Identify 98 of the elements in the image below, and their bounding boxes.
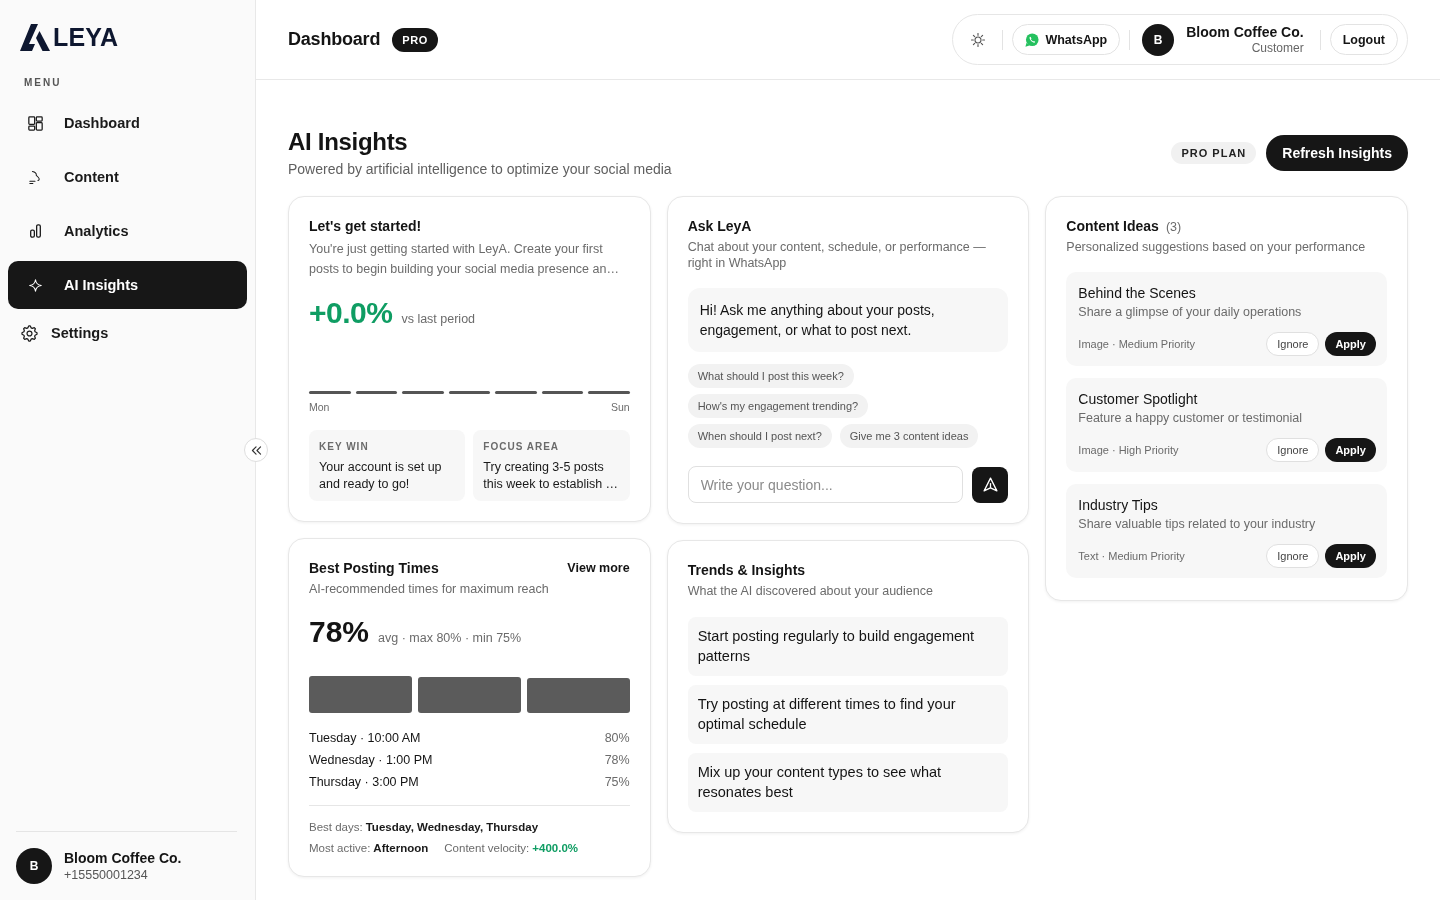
card-description: What the AI discovered about your audience: [687, 583, 934, 599]
suggestion-chip[interactable]: What should I post this week?: [687, 364, 854, 388]
send-icon: [982, 477, 998, 492]
stat-value: +400.0%: [532, 842, 579, 854]
card-title: Trends & Insights: [687, 561, 807, 579]
idea-title: Customer Spotlight: [1078, 390, 1199, 408]
time-slot-label: Tuesday · 10:00 AM: [309, 730, 421, 747]
pen-lines-icon: [29, 169, 41, 185]
insight-item: Try posting at different times to find your optimal schedule: [687, 685, 1009, 744]
highlight-text: Your account is set up and ready to go!: [319, 459, 443, 493]
avatar: B: [16, 848, 52, 884]
card-title: Let's get started!: [309, 217, 423, 235]
settings-link[interactable]: Settings: [8, 315, 247, 351]
stat-value: Afternoon: [373, 842, 429, 854]
time-slot-label: Thursday · 3:00 PM: [309, 774, 419, 791]
idea-title: Industry Tips: [1078, 496, 1159, 514]
stat-label: Most active:: [309, 842, 371, 854]
layout-grid-icon: [27, 115, 43, 131]
day-bar: [541, 391, 584, 394]
axis-label: Mon: [309, 400, 330, 414]
day-bar: [309, 391, 351, 394]
insight-item: Mix up your content types to see what resonates best: [687, 753, 1009, 812]
menu-label: MENU: [24, 77, 62, 89]
time-slot-share: 78%: [604, 752, 630, 769]
day-bar: [355, 391, 398, 394]
settings-icon: [21, 324, 38, 342]
card-description: Chat about your content, schedule, or performance — right in WhatsApp: [687, 239, 987, 271]
ignore-button[interactable]: Ignore: [1266, 544, 1320, 568]
page-title: Dashboard: [288, 29, 381, 50]
card-description: You're just getting started with LeyA. Create your first posts to begin building your social media presence an…: [309, 241, 620, 278]
average-value: 78%: [309, 614, 370, 650]
section-subtitle: Powered by artificial intelligence to optimize your social media: [288, 160, 672, 178]
collapse-button[interactable]: [244, 438, 268, 462]
nav-item[interactable]: Analytics: [8, 207, 247, 255]
chat-message: Hi! Ask me anything about your posts, engagement, or what to post next.: [687, 288, 1009, 352]
idea-meta: Text · Medium Priority: [1078, 550, 1185, 562]
suggestion-chip[interactable]: How's my engagement trending?: [687, 394, 869, 418]
section-title: AI Insights: [288, 128, 409, 156]
send-button[interactable]: [972, 466, 1009, 503]
idea-title: Behind the Scenes: [1078, 284, 1197, 302]
logout-button[interactable]: Logout: [1329, 24, 1398, 55]
account-phone: +15550001234: [64, 867, 149, 883]
idea-count: (3): [1165, 220, 1182, 234]
avatar: B: [1142, 23, 1175, 56]
card-title: Content Ideas: [1066, 217, 1159, 235]
sparkle-icon: [28, 278, 42, 292]
axis-label: Sun: [610, 400, 630, 414]
apply-button[interactable]: Apply: [1325, 332, 1376, 356]
chevrons-left-icon: [250, 445, 262, 455]
ignore-button[interactable]: Ignore: [1266, 332, 1320, 356]
user-name: Bloom Coffee Co.: [1186, 23, 1304, 41]
ignore-button[interactable]: Ignore: [1266, 438, 1320, 462]
pro-badge: PRO: [392, 27, 438, 52]
apply-button[interactable]: Apply: [1325, 544, 1376, 568]
day-bar: [448, 391, 491, 394]
stat-label: Best days:: [309, 821, 363, 833]
highlight-label: FOCUS AREA: [483, 440, 561, 454]
nav-item[interactable]: AI Insights: [8, 261, 247, 309]
change-value: +0.0%: [309, 295, 393, 331]
highlight-text: Try creating 3-5 posts this week to establish …: [483, 459, 620, 493]
idea-meta: Image · High Priority: [1078, 444, 1179, 456]
card-title: Ask LeyA: [687, 217, 753, 235]
suggestion-chip[interactable]: When should I post next?: [687, 424, 832, 448]
idea-meta: Image · Medium Priority: [1078, 338, 1196, 350]
sun-icon[interactable]: [971, 32, 986, 47]
highlight-label: KEY WIN: [319, 440, 370, 454]
question-input[interactable]: Write your question...: [687, 466, 964, 503]
user-role: Customer: [1250, 40, 1304, 56]
day-bar: [402, 391, 444, 394]
idea-description: Share a glimpse of your daily operations: [1078, 304, 1303, 320]
logo-text: LEYA: [53, 23, 119, 51]
logo-mark-icon: [20, 23, 50, 51]
idea-description: Feature a happy customer or testimonial: [1078, 410, 1304, 426]
bar-chart-icon: [29, 224, 41, 238]
average-note: avg · max 80% · min 75%: [378, 631, 522, 645]
apply-button[interactable]: Apply: [1325, 438, 1376, 462]
idea-description: Share valuable tips related to your industry: [1078, 516, 1317, 532]
day-bar: [588, 391, 630, 394]
change-note: vs last period: [401, 312, 476, 326]
nav-item[interactable]: Dashboard: [8, 99, 247, 147]
stat-label: Content velocity:: [444, 842, 530, 854]
refresh-button[interactable]: Refresh Insights: [1266, 135, 1408, 171]
time-slot-share: 80%: [604, 730, 630, 747]
account-name: Bloom Coffee Co.: [64, 849, 182, 867]
chat-phone-icon: [1025, 32, 1040, 47]
day-bar: [495, 391, 537, 394]
whatsapp-button[interactable]: WhatsApp: [1012, 24, 1121, 55]
card-description: AI-recommended times for maximum reach: [309, 581, 550, 597]
card-description: Personalized suggestions based on your performance: [1066, 239, 1367, 255]
suggestion-chip[interactable]: Give me 3 content ideas: [839, 424, 979, 448]
time-slot-label: Wednesday · 1:00 PM: [309, 752, 433, 769]
insight-item: Start posting regularly to build engagement patterns: [687, 617, 1009, 676]
card-title: Best Posting Times: [309, 559, 439, 577]
stat-value: Tuesday, Wednesday, Thursday: [365, 821, 539, 833]
nav-item[interactable]: Content: [8, 153, 247, 201]
view-more-link[interactable]: View more: [567, 559, 630, 577]
time-slot-share: 75%: [604, 774, 630, 791]
plan-badge: PRO PLAN: [1171, 142, 1257, 164]
